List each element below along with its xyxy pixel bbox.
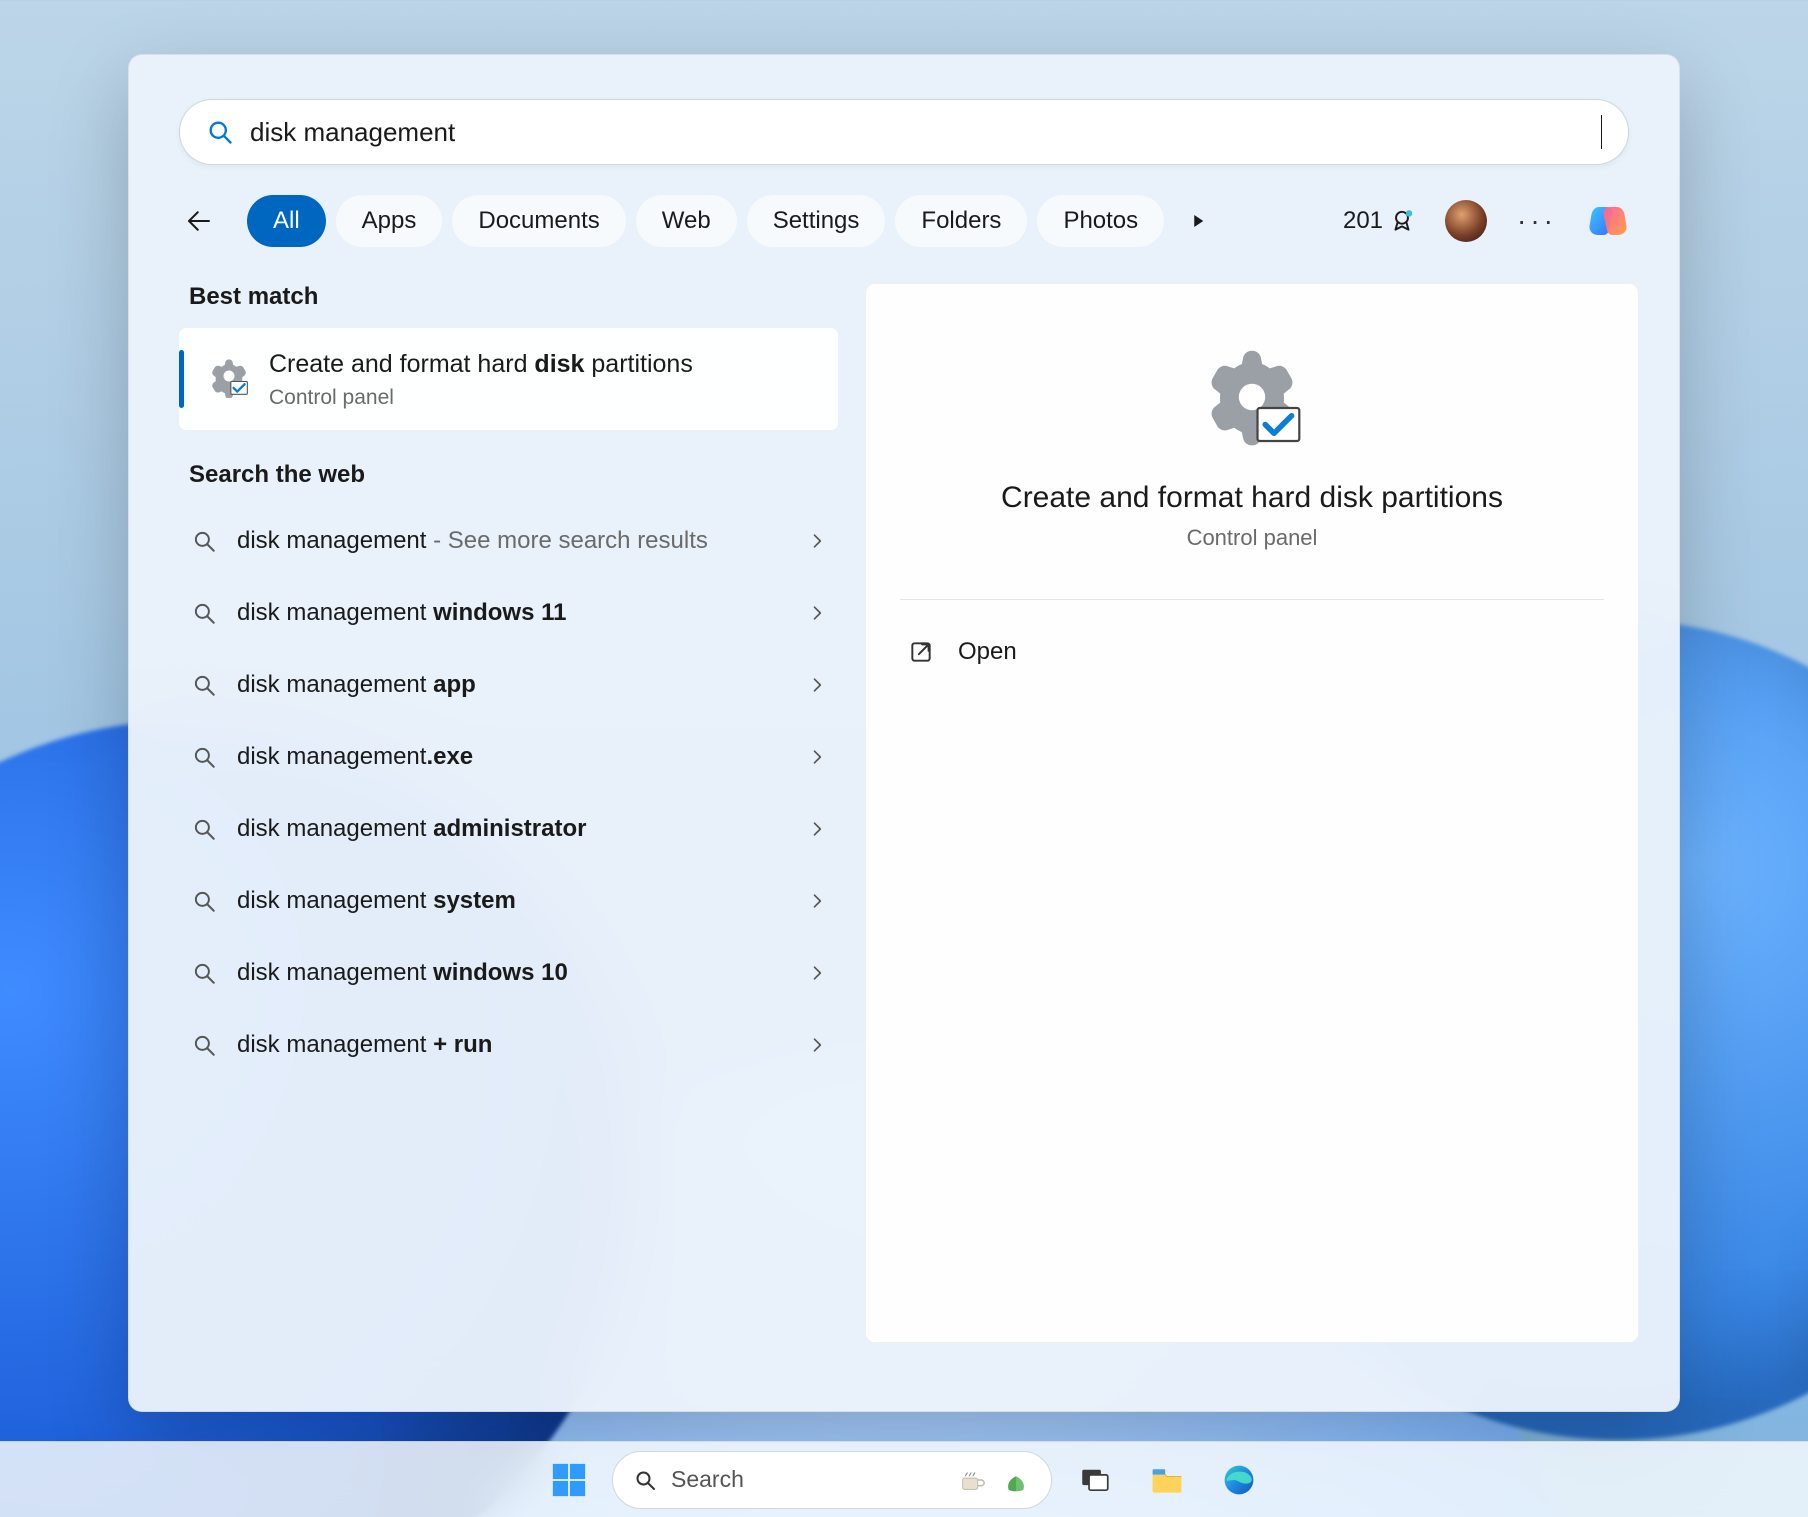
- filter-chip-folders[interactable]: Folders: [895, 195, 1027, 247]
- folder-icon: [1149, 1462, 1185, 1498]
- web-result-text: disk management + run: [237, 1029, 787, 1061]
- search-icon: [191, 816, 217, 842]
- search-icon: [191, 960, 217, 986]
- web-result[interactable]: disk management + run: [179, 1009, 839, 1081]
- taskbar-search-placeholder: Search: [671, 1466, 943, 1493]
- search-icon: [191, 888, 217, 914]
- filter-chip-apps[interactable]: Apps: [336, 195, 443, 247]
- chevron-right-icon: [807, 675, 827, 695]
- web-result[interactable]: disk management system: [179, 865, 839, 937]
- control-panel-gear-icon: [207, 354, 251, 398]
- taskbar-search-glyph-leaf-icon: [1001, 1465, 1031, 1495]
- open-external-icon: [908, 639, 934, 665]
- filter-chip-all[interactable]: All: [247, 195, 326, 247]
- web-result-text: disk management administrator: [237, 813, 787, 845]
- start-button[interactable]: [540, 1451, 598, 1509]
- user-avatar[interactable]: [1445, 200, 1487, 242]
- file-explorer-button[interactable]: [1138, 1451, 1196, 1509]
- web-result-text: disk management app: [237, 669, 787, 701]
- section-search-web: Search the web: [179, 461, 839, 505]
- search-icon: [191, 744, 217, 770]
- filter-scroll-right[interactable]: [1180, 203, 1216, 239]
- search-input[interactable]: [250, 117, 1605, 148]
- preview-action-label: Open: [958, 638, 1017, 666]
- section-best-match: Best match: [179, 283, 839, 327]
- windows-logo-icon: [550, 1461, 588, 1499]
- search-icon: [633, 1468, 657, 1492]
- taskbar-search-glyph-cup-icon: [957, 1465, 987, 1495]
- chevron-right-icon: [807, 819, 827, 839]
- preview-title: Create and format hard disk partitions: [900, 481, 1604, 515]
- search-box[interactable]: [179, 99, 1629, 165]
- more-options[interactable]: ···: [1517, 205, 1557, 237]
- filter-chips: All Apps Documents Web Settings Folders …: [247, 195, 1164, 247]
- task-view-icon: [1078, 1463, 1112, 1497]
- rewards-points[interactable]: 201: [1343, 207, 1415, 235]
- web-result-text: disk management - See more search result…: [237, 525, 787, 557]
- search-icon: [206, 118, 234, 146]
- search-icon: [191, 600, 217, 626]
- filter-chip-web[interactable]: Web: [636, 195, 737, 247]
- preview-action-open[interactable]: Open: [900, 624, 1604, 680]
- best-match-subtitle: Control panel: [269, 386, 693, 410]
- edge-button[interactable]: [1210, 1451, 1268, 1509]
- search-icon: [191, 528, 217, 554]
- web-result-text: disk management system: [237, 885, 787, 917]
- rewards-points-value: 201: [1343, 207, 1383, 235]
- search-icon: [191, 1032, 217, 1058]
- web-result[interactable]: disk management.exe: [179, 721, 839, 793]
- copilot-icon[interactable]: [1587, 200, 1629, 242]
- play-icon: [1189, 212, 1207, 230]
- taskbar-search[interactable]: Search: [612, 1451, 1052, 1509]
- divider: [900, 599, 1604, 600]
- chevron-right-icon: [807, 603, 827, 623]
- control-panel-gear-icon: [1197, 342, 1307, 452]
- web-result-text: disk management windows 10: [237, 957, 787, 989]
- web-result[interactable]: disk management app: [179, 649, 839, 721]
- rewards-medal-icon: [1389, 208, 1415, 234]
- web-result[interactable]: disk management administrator: [179, 793, 839, 865]
- chevron-right-icon: [807, 963, 827, 983]
- chevron-right-icon: [807, 531, 827, 551]
- text-caret: [1601, 115, 1602, 149]
- chevron-right-icon: [807, 1035, 827, 1055]
- web-result-text: disk management.exe: [237, 741, 787, 773]
- search-icon: [191, 672, 217, 698]
- preview-pane: Create and format hard disk partitions C…: [865, 283, 1639, 1343]
- web-result[interactable]: disk management windows 10: [179, 937, 839, 1009]
- back-button[interactable]: [179, 201, 219, 241]
- best-match-result[interactable]: Create and format hard disk partitions C…: [179, 327, 839, 431]
- filter-chip-settings[interactable]: Settings: [747, 195, 886, 247]
- preview-subtitle: Control panel: [900, 525, 1604, 551]
- web-result-text: disk management windows 11: [237, 597, 787, 629]
- task-view-button[interactable]: [1066, 1451, 1124, 1509]
- chevron-right-icon: [807, 747, 827, 767]
- chevron-right-icon: [807, 891, 827, 911]
- start-search-flyout: All Apps Documents Web Settings Folders …: [128, 54, 1680, 1412]
- filter-chip-documents[interactable]: Documents: [452, 195, 625, 247]
- web-result[interactable]: disk management windows 11: [179, 577, 839, 649]
- arrow-left-icon: [184, 206, 214, 236]
- edge-icon: [1221, 1462, 1257, 1498]
- best-match-title: Create and format hard disk partitions: [269, 348, 693, 382]
- filter-chip-photos[interactable]: Photos: [1037, 195, 1164, 247]
- web-result[interactable]: disk management - See more search result…: [179, 505, 839, 577]
- taskbar: Search: [0, 1441, 1808, 1517]
